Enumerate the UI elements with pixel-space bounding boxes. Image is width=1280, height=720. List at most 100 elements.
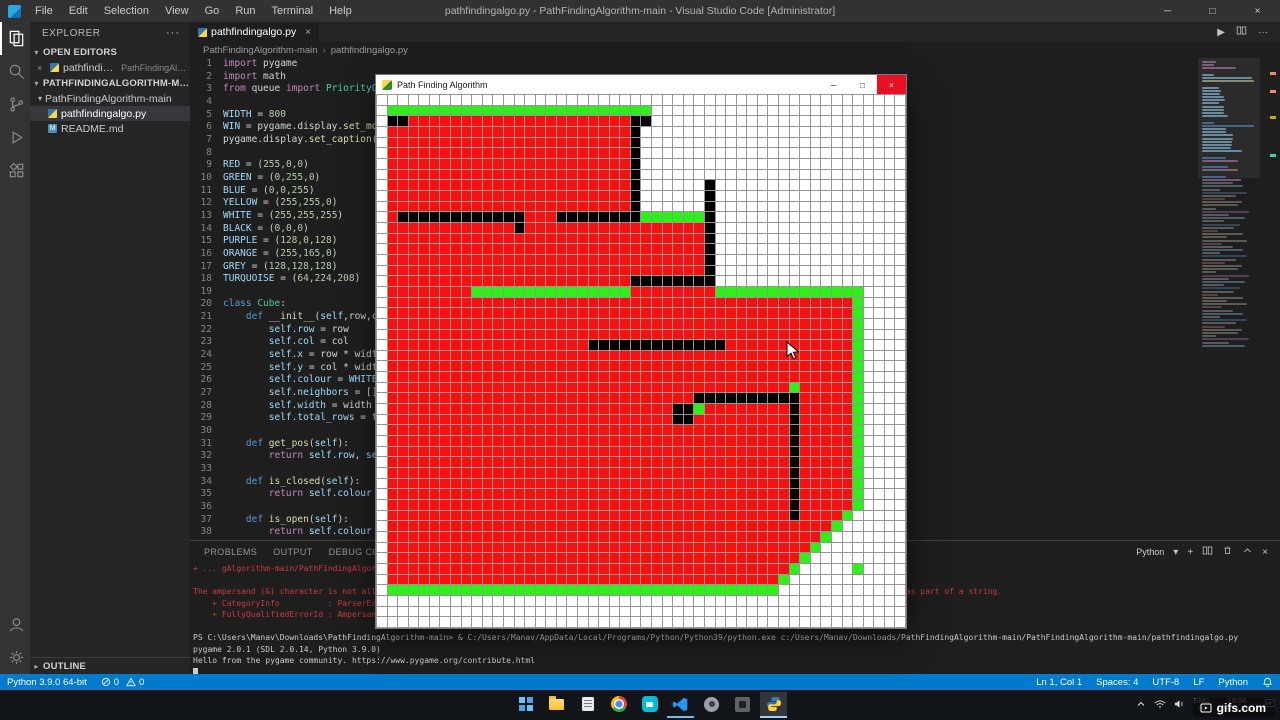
grid-cell[interactable] (620, 361, 630, 372)
grid-cell[interactable] (599, 500, 609, 510)
grid-cell[interactable] (567, 532, 578, 542)
grid-cell[interactable] (578, 564, 588, 574)
grid-cell[interactable] (535, 244, 546, 254)
grid-cell[interactable] (884, 350, 895, 361)
grid-cell[interactable] (874, 596, 884, 606)
grid-cell[interactable] (630, 350, 641, 361)
grid-cell[interactable] (821, 116, 831, 126)
grid-cell[interactable] (853, 382, 863, 393)
grid-cell[interactable] (863, 286, 874, 297)
grid-cell[interactable] (419, 318, 429, 329)
grid-cell[interactable] (472, 318, 482, 329)
grid-cell[interactable] (895, 350, 905, 361)
grid-cell[interactable] (884, 468, 895, 478)
grid-cell[interactable] (451, 393, 461, 404)
grid-cell[interactable] (736, 414, 747, 425)
grid-cell[interactable] (377, 222, 387, 233)
grid-cell[interactable] (377, 393, 387, 404)
grid-cell[interactable] (821, 158, 831, 169)
pygame-maximize-icon[interactable]: □ (848, 75, 877, 94)
grid-cell[interactable] (578, 606, 588, 617)
grid-cell[interactable] (567, 585, 578, 596)
grid-cell[interactable] (599, 286, 609, 297)
grid-cell[interactable] (599, 489, 609, 500)
grid-cell[interactable] (831, 500, 842, 510)
grid-cell[interactable] (757, 574, 768, 585)
grid-cell[interactable] (535, 521, 546, 532)
grid-cell[interactable] (398, 116, 408, 126)
grid-cell[interactable] (440, 404, 451, 414)
grid-cell[interactable] (493, 158, 503, 169)
grid-cell[interactable] (620, 350, 630, 361)
grid-cell[interactable] (715, 137, 726, 148)
grid-cell[interactable] (736, 105, 747, 116)
grid-cell[interactable] (726, 425, 736, 436)
grid-cell[interactable] (768, 276, 779, 286)
grid-cell[interactable] (472, 372, 482, 382)
grid-cell[interactable] (853, 297, 863, 308)
grid-cell[interactable] (715, 169, 726, 180)
grid-cell[interactable] (419, 436, 429, 446)
grid-cell[interactable] (482, 148, 493, 158)
grid-cell[interactable] (461, 126, 472, 137)
grid-cell[interactable] (398, 158, 408, 169)
grid-cell[interactable] (789, 222, 800, 233)
grid-cell[interactable] (726, 468, 736, 478)
grid-cell[interactable] (800, 222, 810, 233)
grid-cell[interactable] (704, 404, 715, 414)
grid-cell[interactable] (377, 297, 387, 308)
grid-cell[interactable] (377, 212, 387, 222)
grid-cell[interactable] (578, 596, 588, 606)
grid-cell[interactable] (398, 212, 408, 222)
grid-cell[interactable] (853, 137, 863, 148)
grid-cell[interactable] (726, 532, 736, 542)
grid-cell[interactable] (578, 286, 588, 297)
grid-cell[interactable] (694, 361, 704, 372)
grid-cell[interactable] (895, 222, 905, 233)
grid-cell[interactable] (842, 436, 853, 446)
grid-cell[interactable] (800, 169, 810, 180)
grid-cell[interactable] (874, 350, 884, 361)
grid-cell[interactable] (387, 233, 398, 244)
grid-cell[interactable] (535, 116, 546, 126)
grid-cell[interactable] (895, 180, 905, 190)
grid-cell[interactable] (546, 606, 556, 617)
grid-cell[interactable] (599, 265, 609, 276)
grid-cell[interactable] (863, 564, 874, 574)
grid-cell[interactable] (874, 286, 884, 297)
grid-cell[interactable] (440, 372, 451, 382)
grid-cell[interactable] (810, 169, 821, 180)
grid-cell[interactable] (704, 553, 715, 564)
grid-cell[interactable] (715, 425, 726, 436)
grid-cell[interactable] (408, 542, 419, 553)
grid-cell[interactable] (599, 116, 609, 126)
grid-cell[interactable] (620, 510, 630, 521)
grid-cell[interactable] (451, 190, 461, 201)
grid-cell[interactable] (588, 137, 599, 148)
grid-cell[interactable] (556, 297, 567, 308)
grid-cell[interactable] (514, 201, 525, 212)
grid-cell[interactable] (726, 254, 736, 265)
grid-cell[interactable] (588, 489, 599, 500)
grid-cell[interactable] (387, 329, 398, 340)
grid-cell[interactable] (884, 542, 895, 553)
grid-cell[interactable] (800, 180, 810, 190)
grid-cell[interactable] (715, 148, 726, 158)
grid-cell[interactable] (525, 457, 535, 468)
grid-cell[interactable] (503, 382, 514, 393)
grid-cell[interactable] (821, 489, 831, 500)
grid-cell[interactable] (588, 500, 599, 510)
grid-cell[interactable] (482, 521, 493, 532)
grid-cell[interactable] (578, 457, 588, 468)
grid-cell[interactable] (874, 297, 884, 308)
grid-cell[interactable] (535, 180, 546, 190)
grid-cell[interactable] (895, 617, 905, 627)
grid-cell[interactable] (779, 158, 789, 169)
grid-cell[interactable] (662, 180, 673, 190)
grid-cell[interactable] (588, 372, 599, 382)
grid-cell[interactable] (472, 137, 482, 148)
grid-cell[interactable] (398, 393, 408, 404)
grid-cell[interactable] (810, 393, 821, 404)
grid-cell[interactable] (620, 457, 630, 468)
grid-cell[interactable] (895, 372, 905, 382)
